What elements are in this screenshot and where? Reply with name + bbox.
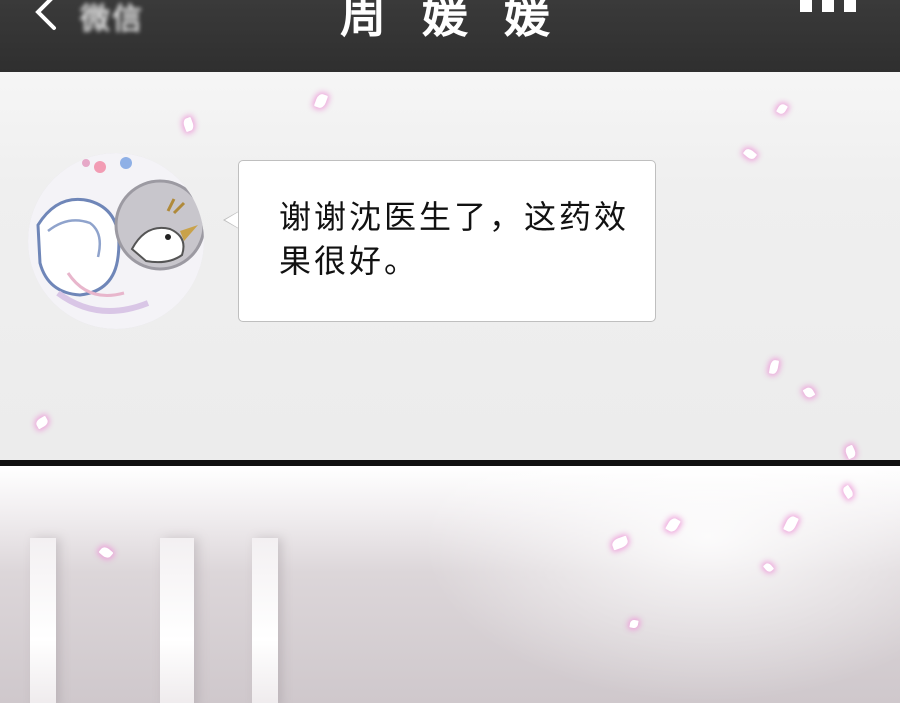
petal-decoration <box>776 102 788 116</box>
avatar[interactable] <box>28 153 204 329</box>
petal-decoration <box>768 359 780 375</box>
background-panel <box>0 466 900 703</box>
chat-title: 周 媛 媛 <box>339 0 561 43</box>
window-stripe <box>252 538 278 703</box>
petal-decoration <box>98 545 114 560</box>
window-stripe <box>30 538 56 703</box>
message-bubble[interactable]: 谢谢沈医生了，这药效果很好。 <box>238 160 656 322</box>
message-text: 谢谢沈医生了，这药效果很好。 <box>279 198 630 280</box>
light-glow <box>420 466 900 703</box>
petal-decoration <box>34 415 50 430</box>
avatar-goose-icon <box>28 153 204 329</box>
petal-decoration <box>313 92 329 110</box>
chat-panel: 微信 周 媛 媛 谢谢沈医生了，这药效果很好。 <box>0 0 900 462</box>
window-stripe <box>160 538 194 703</box>
chat-header: 微信 周 媛 媛 <box>0 0 900 72</box>
petal-decoration <box>182 116 195 133</box>
petal-decoration <box>742 147 758 161</box>
petal-decoration <box>843 444 858 460</box>
more-icon[interactable] <box>800 0 860 20</box>
petal-decoration <box>802 385 816 400</box>
